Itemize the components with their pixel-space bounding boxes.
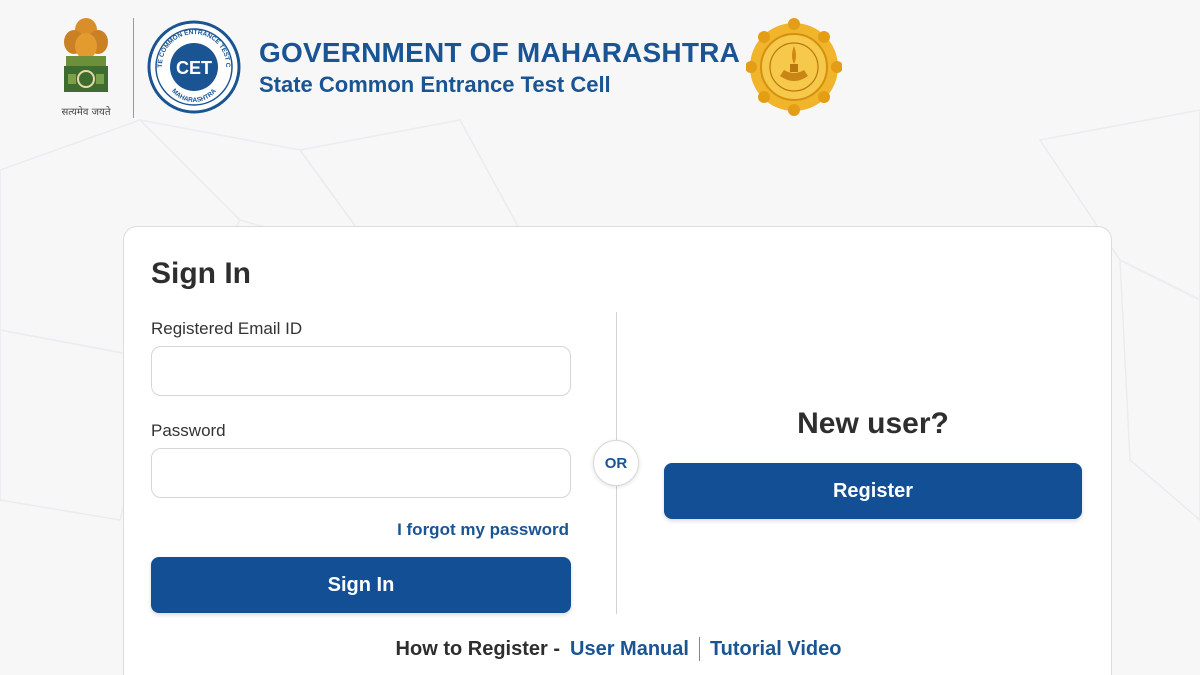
ashoka-emblem-icon: सत्यमेव जयते <box>56 12 116 122</box>
header-divider <box>133 18 134 118</box>
government-title: GOVERNMENT OF MAHARASHTRA <box>259 37 740 68</box>
help-links-divider <box>698 637 700 661</box>
email-field[interactable] <box>151 346 571 396</box>
register-button[interactable]: Register <box>664 463 1082 519</box>
cet-cell-title: State Common Entrance Test Cell <box>259 72 611 97</box>
password-field[interactable] <box>151 448 571 498</box>
sign-in-button[interactable]: Sign In <box>151 557 571 613</box>
help-links-row: How to Register - User Manual Tutorial V… <box>124 637 1113 661</box>
emblem-caption: सत्यमेव जयते <box>61 107 111 118</box>
cet-logo-text: CET <box>176 58 212 78</box>
or-separator: OR <box>593 440 639 486</box>
maharashtra-seal-icon <box>745 16 843 118</box>
forgot-password-link[interactable]: I forgot my password <box>397 520 569 540</box>
cet-logo-icon: CET STATE COMMON ENTRANCE TEST CELL MAHA… <box>144 11 242 118</box>
login-card: Sign In Registered Email ID Password I f… <box>123 226 1112 675</box>
header-titles: GOVERNMENT OF MAHARASHTRA State Common E… <box>259 36 740 98</box>
password-label: Password <box>151 421 226 440</box>
new-user-heading: New user? <box>797 407 949 440</box>
signin-heading: Sign In <box>151 257 251 290</box>
tutorial-video-link[interactable]: Tutorial Video <box>710 638 842 661</box>
user-manual-link[interactable]: User Manual <box>570 638 689 661</box>
email-label: Registered Email ID <box>151 319 303 338</box>
how-to-register-text: How to Register - <box>395 637 560 660</box>
site-header: सत्यमेव जयते CET STATE COMMON ENTRANCE T… <box>0 0 1200 140</box>
